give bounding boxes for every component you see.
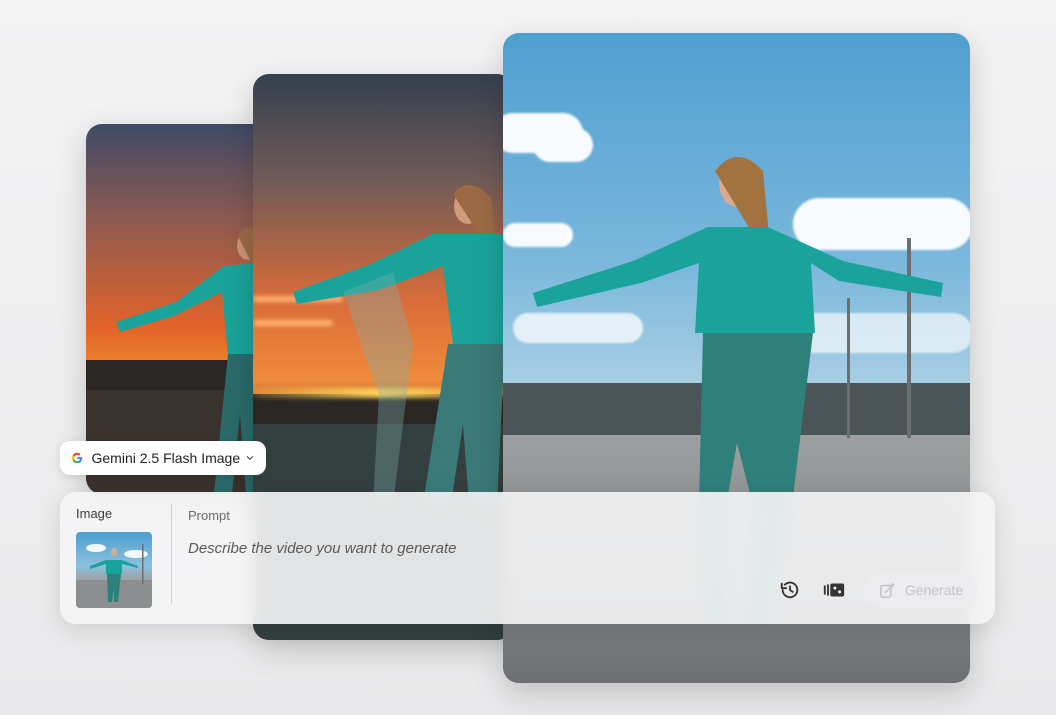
- thumbnail-figure: [76, 544, 152, 608]
- generate-label: Generate: [904, 582, 964, 598]
- history-button[interactable]: [776, 576, 804, 604]
- generate-icon: [879, 581, 896, 598]
- dancer-figure: [293, 184, 509, 504]
- google-g-icon: [72, 452, 83, 464]
- generate-button[interactable]: Generate: [864, 573, 978, 607]
- image-label: Image: [76, 506, 113, 521]
- model-selector[interactable]: Gemini 2.5 Flash Image: [60, 441, 266, 475]
- divider: [171, 504, 172, 604]
- media-settings-button[interactable]: [820, 576, 848, 604]
- chevron-down-icon: [246, 456, 254, 460]
- prompt-panel: Image Prompt Describe the video you want…: [60, 492, 995, 624]
- prompt-label: Prompt: [188, 508, 230, 523]
- reference-image-thumbnail[interactable]: [76, 532, 152, 608]
- media-settings-icon: [823, 583, 845, 597]
- model-name: Gemini 2.5 Flash Image: [91, 450, 241, 466]
- history-icon: [780, 581, 799, 599]
- prompt-input[interactable]: [188, 536, 788, 560]
